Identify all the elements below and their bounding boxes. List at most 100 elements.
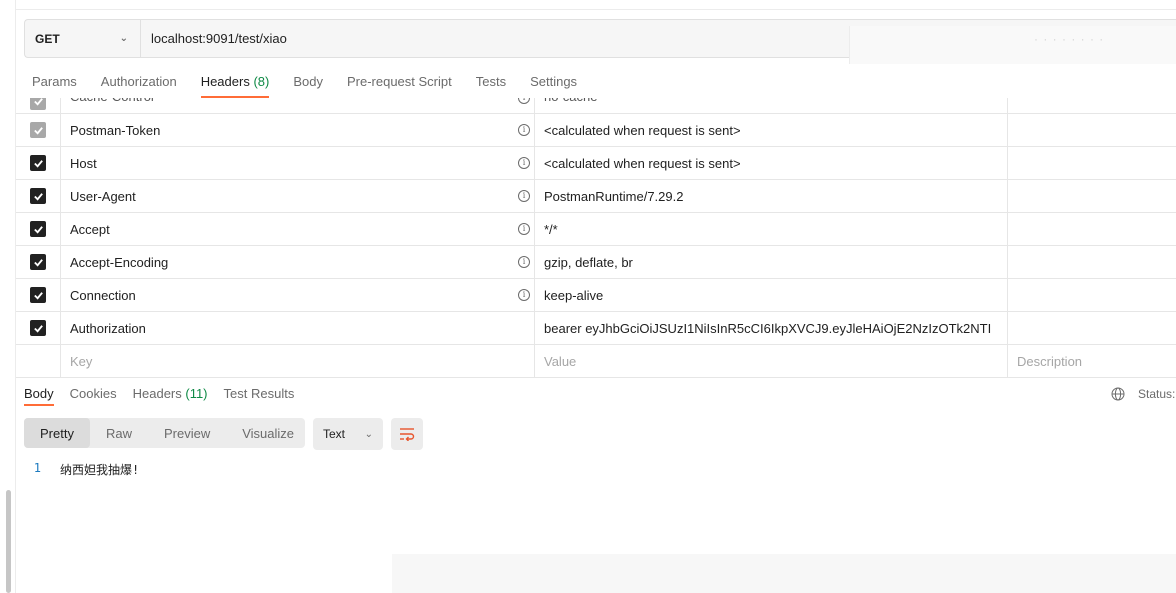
checkbox[interactable]	[30, 254, 46, 270]
info-icon: i	[518, 190, 530, 202]
info-icon: i	[518, 124, 530, 136]
new-value-input[interactable]: Value	[535, 345, 1008, 377]
header-description[interactable]	[1008, 279, 1176, 311]
checkbox-check-icon	[33, 98, 43, 106]
table-row: Postman-Token i <calculated when request …	[16, 114, 1176, 147]
header-key[interactable]: Cache-Controli	[61, 98, 535, 113]
left-scroll-gutter	[0, 0, 16, 593]
blurred-text: · · · · · · · ·	[1034, 32, 1105, 46]
header-key[interactable]: Postman-Token i	[61, 114, 535, 146]
url-input[interactable]: localhost:9091/test/xiao	[141, 31, 287, 46]
header-value[interactable]: <calculated when request is sent>	[535, 114, 1008, 146]
format-select[interactable]: Text ⌄	[313, 418, 383, 450]
checkbox[interactable]	[30, 287, 46, 303]
tab-headers[interactable]: Headers (8)	[200, 66, 270, 98]
checkbox[interactable]	[30, 320, 46, 336]
wrap-lines-button[interactable]	[391, 418, 423, 450]
header-value[interactable]: <calculated when request is sent>	[535, 147, 1008, 179]
tab-response-body[interactable]: Body	[24, 380, 54, 406]
tab-tests[interactable]: Tests	[476, 66, 506, 98]
request-tabs: Params Authorization Headers (8) Body Pr…	[32, 66, 601, 98]
checkbox[interactable]	[30, 155, 46, 171]
tab-cookies[interactable]: Cookies	[70, 380, 117, 406]
info-icon: i	[518, 223, 530, 235]
tab-response-headers[interactable]: Headers (11)	[133, 380, 208, 406]
view-raw-button[interactable]: Raw	[90, 418, 148, 448]
tab-authorization[interactable]: Authorization	[101, 66, 177, 98]
checkbox-check-icon	[33, 291, 43, 300]
header-value[interactable]: PostmanRuntime/7.29.2	[535, 180, 1008, 212]
bottom-panel	[392, 554, 1176, 593]
table-row: Host i <calculated when request is sent>	[16, 147, 1176, 180]
tab-settings[interactable]: Settings	[530, 66, 577, 98]
line-number: 1	[33, 461, 41, 475]
response-headers-count: (11)	[185, 386, 208, 401]
table-row: Accept-Encoding i gzip, deflate, br	[16, 246, 1176, 279]
checkbox[interactable]	[30, 221, 46, 237]
header-description[interactable]	[1008, 180, 1176, 212]
checkbox-check-icon	[33, 324, 43, 333]
checkbox-check-icon	[33, 159, 43, 168]
chevron-down-icon: ⌄	[119, 33, 128, 44]
url-bar: GET ⌄ localhost:9091/test/xiao · · · · ·…	[24, 19, 1176, 64]
divider	[16, 9, 1176, 10]
header-description[interactable]	[1008, 213, 1176, 245]
chevron-down-icon: ⌄	[364, 428, 373, 440]
status-label: Status:	[1138, 387, 1176, 401]
postman-window: GET ⌄ localhost:9091/test/xiao · · · · ·…	[0, 0, 1176, 593]
wrap-lines-icon	[400, 428, 415, 441]
tab-body[interactable]: Body	[293, 66, 323, 98]
header-key[interactable]: Host i	[61, 147, 535, 179]
checkbox-check-icon	[33, 192, 43, 201]
tab-params[interactable]: Params	[32, 66, 77, 98]
checkbox[interactable]	[30, 122, 46, 138]
response-body-text: 纳西妲我抽爆!	[60, 463, 140, 477]
code-line: 1 纳西妲我抽爆!	[24, 461, 139, 478]
table-row-new: Key Value Description	[16, 345, 1176, 378]
format-label: Text	[323, 427, 346, 441]
header-key[interactable]: Accept-Encoding i	[61, 246, 535, 278]
tab-test-results[interactable]: Test Results	[224, 380, 295, 406]
new-description-input[interactable]: Description	[1008, 345, 1176, 377]
method-select[interactable]: GET ⌄	[25, 20, 141, 57]
header-key[interactable]: Authorization	[61, 312, 535, 344]
header-value[interactable]: keep-alive	[535, 279, 1008, 311]
tab-pre-request-script[interactable]: Pre-request Script	[347, 66, 452, 98]
table-row: User-Agent i PostmanRuntime/7.29.2	[16, 180, 1176, 213]
method-label: GET	[35, 31, 60, 46]
info-icon: i	[518, 157, 530, 169]
header-value[interactable]: no-cache	[535, 98, 1008, 113]
view-preview-button[interactable]: Preview	[148, 418, 226, 448]
view-pretty-button[interactable]: Pretty	[24, 418, 90, 448]
header-value[interactable]: gzip, deflate, br	[535, 246, 1008, 278]
scrollbar-thumb[interactable]	[6, 490, 11, 593]
header-description[interactable]	[1008, 312, 1176, 344]
header-value[interactable]: bearer eyJhbGciOiJSUzI1NiIsInR5cCI6IkpXV…	[535, 312, 1008, 344]
header-value[interactable]: */*	[535, 213, 1008, 245]
new-key-input[interactable]: Key	[61, 345, 535, 377]
table-row: Authorization bearer eyJhbGciOiJSUzI1NiI…	[16, 312, 1176, 345]
globe-icon[interactable]	[1111, 387, 1125, 401]
header-key[interactable]: Connection i	[61, 279, 535, 311]
view-visualize-button[interactable]: Visualize	[226, 418, 310, 448]
info-icon: i	[518, 98, 530, 104]
checkbox-check-icon	[33, 258, 43, 267]
view-mode-group: Pretty Raw Preview Visualize	[24, 418, 305, 448]
header-description[interactable]	[1008, 246, 1176, 278]
checkbox[interactable]	[30, 98, 46, 110]
headers-table: Cache-Controli no-cache Postman-Tokeni <…	[16, 98, 1176, 378]
header-key[interactable]: Accept i	[61, 213, 535, 245]
info-icon: i	[518, 256, 530, 268]
table-row: Connection i keep-alive	[16, 279, 1176, 312]
checkbox-check-icon	[33, 126, 43, 135]
header-description[interactable]	[1008, 147, 1176, 179]
info-icon: i	[518, 289, 530, 301]
header-key[interactable]: User-Agent i	[61, 180, 535, 212]
response-tabs: Body Cookies Headers (11) Test Results	[24, 380, 310, 406]
checkbox[interactable]	[30, 188, 46, 204]
header-description[interactable]	[1008, 98, 1176, 113]
checkbox-check-icon	[33, 225, 43, 234]
headers-count: (8)	[253, 74, 270, 89]
table-row: Cache-Controli no-cache	[16, 98, 1176, 114]
header-description[interactable]	[1008, 114, 1176, 146]
